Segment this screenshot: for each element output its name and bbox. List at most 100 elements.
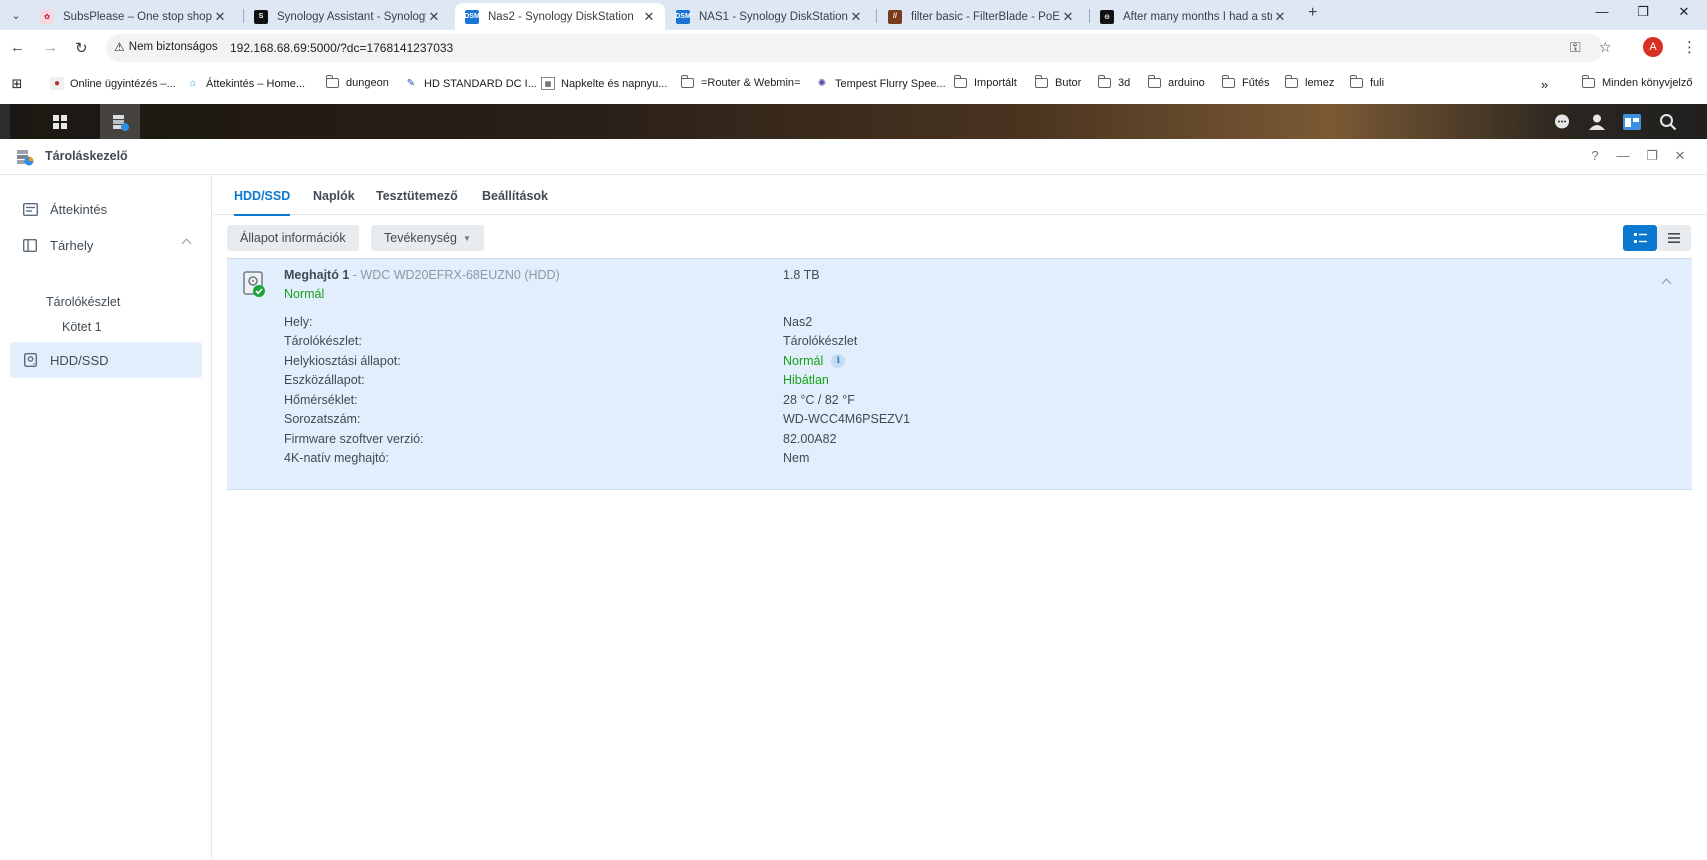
hdd-healthy-icon (243, 271, 265, 297)
reload-icon[interactable]: ↻ (75, 39, 88, 57)
folder-icon (1222, 75, 1235, 88)
chevron-up-icon[interactable] (1661, 278, 1672, 289)
bookmark-folder[interactable]: lemez (1285, 75, 1334, 89)
maximize-icon[interactable]: ❐ (1642, 148, 1662, 164)
chevron-up-icon[interactable] (181, 238, 192, 249)
window-titlebar: Tároláskezelő ? — ❐ ✕ (0, 139, 1707, 175)
close-icon[interactable]: ✕ (848, 9, 864, 25)
allocation-status-value: Normál (783, 354, 824, 368)
info-icon[interactable]: i (831, 354, 846, 368)
user-icon[interactable] (1579, 104, 1615, 139)
close-icon[interactable]: ✕ (1670, 148, 1690, 164)
bookmark-star-icon[interactable]: ☆ (1599, 39, 1612, 56)
sidebar-item-volume[interactable]: Kötet 1 (62, 320, 102, 334)
address-bar[interactable]: ⚠ Nem biztonságos 192.168.68.69:5000/?dc… (106, 34, 1612, 62)
bookmark-folder[interactable]: fuli (1350, 75, 1384, 89)
sidebar-item-storage[interactable]: Tárhely (10, 227, 202, 263)
bookmark-item[interactable]: ✎ HD STANDARD DC I... (404, 77, 537, 90)
action-dropdown-button[interactable]: Tevékenység ▼ (371, 225, 484, 251)
close-window-icon[interactable]: ✕ (1664, 4, 1704, 20)
property-row: Hőmérséklet: 28 °C / 82 °F (284, 393, 855, 407)
browser-tab-strip: ⌄ ✿ SubsPlease – One stop shop for ✕ S S… (0, 0, 1707, 30)
browser-tab[interactable]: S Synology Assistant - Synology ✕ (244, 3, 450, 30)
close-icon[interactable]: ✕ (1272, 9, 1288, 25)
sidebar-item-hdd-ssd[interactable]: HDD/SSD (10, 342, 202, 378)
help-icon[interactable]: ? (1585, 148, 1605, 163)
apps-grid-icon[interactable]: ⊞ (10, 76, 30, 91)
back-icon[interactable]: ← (10, 39, 25, 56)
gov-icon: ● (50, 77, 64, 90)
sidebar: Áttekintés Tárhely Tárolókészlet Kötet 1… (0, 175, 212, 860)
browser-tab[interactable]: ⊖ After many months I had a stro ✕ (1090, 3, 1296, 30)
property-row: Helykiosztási állapot: Normál i (284, 354, 1664, 372)
sidebar-item-label: HDD/SSD (50, 352, 109, 368)
tab-settings[interactable]: Beállítások (482, 189, 548, 203)
forward-icon[interactable]: → (43, 39, 58, 56)
content-tabs: HDD/SSD Naplók Tesztütemező Beállítások (213, 175, 1707, 216)
bookmark-folder[interactable]: Butor (1035, 75, 1081, 89)
search-icon[interactable] (1650, 104, 1686, 139)
bookmark-folder[interactable]: arduino (1148, 75, 1205, 89)
main-menu-icon[interactable] (40, 104, 80, 139)
browser-tab[interactable]: DSM NAS1 - Synology DiskStation ✕ (666, 3, 872, 30)
bookmark-folder[interactable]: 3d (1098, 75, 1130, 89)
browser-tab[interactable]: // filter basic - FilterBlade - PoE1& ✕ (878, 3, 1084, 30)
drive-card[interactable]: Meghajtó 1 - WDC WD20EFRX-68EUZN0 (HDD) … (227, 258, 1692, 490)
health-info-button[interactable]: Állapot információk (227, 225, 359, 251)
bookmark-folder[interactable]: Importált (954, 75, 1017, 89)
chat-icon[interactable] (1544, 104, 1580, 139)
property-row: Firmware szoftver verzió: 82.00A82 (284, 432, 837, 446)
close-icon[interactable]: ✕ (426, 9, 442, 25)
drive-capacity: 1.8 TB (783, 268, 820, 282)
bookmark-item[interactable]: ● Online ügyintézés –... (50, 77, 176, 90)
folder-icon (326, 75, 339, 88)
bookmark-folder[interactable]: dungeon (326, 75, 389, 89)
detail-view-button[interactable] (1623, 225, 1657, 251)
storage-manager-icon (17, 150, 34, 166)
bookmark-folder[interactable]: Fűtés (1222, 75, 1270, 89)
tab-test-scheduler[interactable]: Tesztütemező (376, 189, 458, 203)
tab-search-icon[interactable]: ⌄ (6, 5, 26, 25)
close-icon[interactable]: ✕ (641, 9, 657, 25)
filterblade-icon: // (888, 9, 902, 24)
storage-manager-window: Tároláskezelő ? — ❐ ✕ Áttekintés Tárhely… (0, 139, 1707, 860)
calendar-icon: ▦ (541, 77, 555, 90)
minimize-window-icon[interactable]: — (1582, 4, 1622, 19)
widgets-icon[interactable] (1614, 104, 1650, 139)
sidebar-item-label: Áttekintés (50, 201, 108, 217)
list-view-button[interactable] (1657, 225, 1691, 251)
bookmark-item[interactable]: ✺ Tempest Flurry Spee... (815, 77, 946, 90)
folder-icon (1350, 75, 1363, 88)
dropdown-caret-icon: ▼ (462, 233, 471, 243)
profile-avatar[interactable]: A (1643, 37, 1663, 57)
password-key-icon[interactable]: ⚿ (1570, 39, 1581, 56)
folder-icon (1098, 75, 1111, 88)
minimize-icon[interactable]: — (1613, 148, 1633, 163)
new-tab-icon[interactable]: + (1308, 4, 1317, 22)
close-icon[interactable]: ✕ (1060, 9, 1076, 25)
tab-hdd-ssd[interactable]: HDD/SSD (234, 189, 291, 216)
warning-icon: ⚠ (114, 40, 125, 54)
storage-icon (22, 237, 38, 253)
folder-icon (1582, 75, 1595, 88)
restore-window-icon[interactable]: ❐ (1623, 4, 1663, 20)
url-text[interactable]: 192.168.68.69:5000/?dc=1768141237033 (230, 41, 453, 55)
synology-s-icon: S (254, 9, 268, 24)
folder-icon (1148, 75, 1161, 88)
bookmark-item[interactable]: ▦ Napkelte és napnyu... (541, 77, 667, 90)
more-bookmarks-icon[interactable]: » (1541, 77, 1548, 92)
not-secure-chip[interactable]: ⚠ Nem biztonságos (114, 40, 218, 54)
close-icon[interactable]: ✕ (212, 9, 228, 25)
tab-logs[interactable]: Naplók (313, 189, 355, 203)
all-bookmarks-folder[interactable]: Minden könyvjelző (1582, 75, 1693, 89)
property-row: Hely: Nas2 (284, 315, 813, 329)
bookmark-folder[interactable]: =Router & Webmin= (681, 75, 800, 89)
browser-tab-active[interactable]: DSM Nas2 - Synology DiskStation ✕ (455, 3, 665, 30)
browser-tab[interactable]: ✿ SubsPlease – One stop shop for ✕ (30, 3, 236, 30)
bookmark-item[interactable]: ⌂ Áttekintés – Home... (186, 77, 305, 90)
sidebar-item-overview[interactable]: Áttekintés (10, 191, 202, 227)
dsm-icon: DSM (675, 9, 691, 24)
storage-manager-taskbar-icon[interactable] (100, 104, 140, 139)
browser-menu-icon[interactable]: ⋮ (1682, 38, 1697, 56)
sidebar-item-storage-pool[interactable]: Tárolókészlet (46, 295, 120, 309)
